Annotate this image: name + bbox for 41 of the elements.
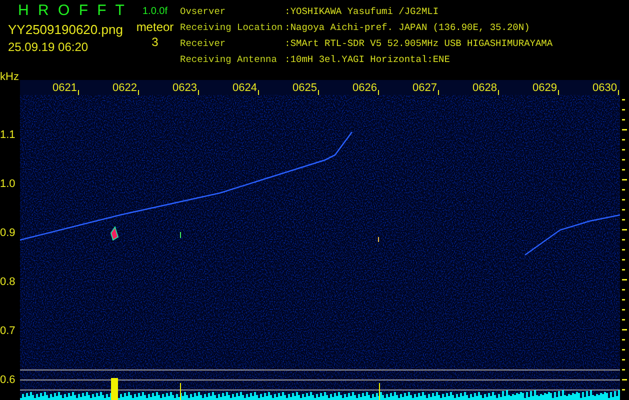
axis-unit: kHz (0, 70, 20, 84)
time-label: 0627 (412, 82, 437, 95)
counter-label: meteor (136, 20, 174, 34)
tick-mark (438, 90, 439, 95)
frequency-label: 0.8 (0, 275, 16, 290)
tick-mark (498, 90, 499, 95)
info-value: :SMArt RTL-SDR V5 52.905MHz USB HIGASHIMURAYAMA (284, 38, 554, 51)
time-label: 0625 (292, 82, 317, 95)
time-label: 0630 (592, 82, 617, 95)
frequency-label: 1.0 (0, 176, 16, 192)
time-label: 0622 (112, 82, 137, 95)
tick-mark (378, 90, 379, 95)
version-label: 1.0.0f (142, 5, 168, 19)
tick-mark (198, 90, 199, 95)
frequency-label: 0.9 (0, 226, 16, 241)
frequency-label: 1.1 (0, 128, 16, 143)
tick-mark (558, 90, 559, 95)
info-label: Receiver (180, 38, 227, 51)
counter-value: 3 (152, 35, 158, 49)
info-value: :YOSHIKAWA Yasufumi /JG2MLI (284, 6, 440, 19)
time-label: 0624 (232, 82, 257, 95)
info-value: :Nagoya Aichi-pref. JAPAN (136.90E, 35.20N) (284, 22, 531, 35)
app-title: H R O F F T (17, 2, 126, 20)
tick-mark (618, 90, 619, 95)
time-label: 0628 (472, 82, 497, 95)
info-label: Ovserver (180, 6, 227, 19)
time-label: 0623 (172, 82, 197, 95)
info-label: Receiving Location (180, 22, 283, 35)
frequency-label: 0.7 (0, 324, 16, 340)
frequency-label: 0.6 (0, 373, 16, 388)
time-label: 0621 (52, 82, 77, 95)
tick-mark (258, 90, 259, 95)
time-label: 0626 (352, 82, 377, 95)
timestamp: 25.09.19 06:20 (8, 40, 90, 54)
info-label: Receiving Antenna (180, 54, 278, 67)
tick-mark (78, 90, 79, 95)
tick-mark (318, 90, 319, 95)
time-label: 0629 (532, 82, 557, 95)
file-name: YY2509190620.png (8, 23, 124, 37)
tick-mark (138, 90, 139, 95)
info-value: :10mH 3el.YAGI Horizontal:ENE (284, 54, 451, 67)
